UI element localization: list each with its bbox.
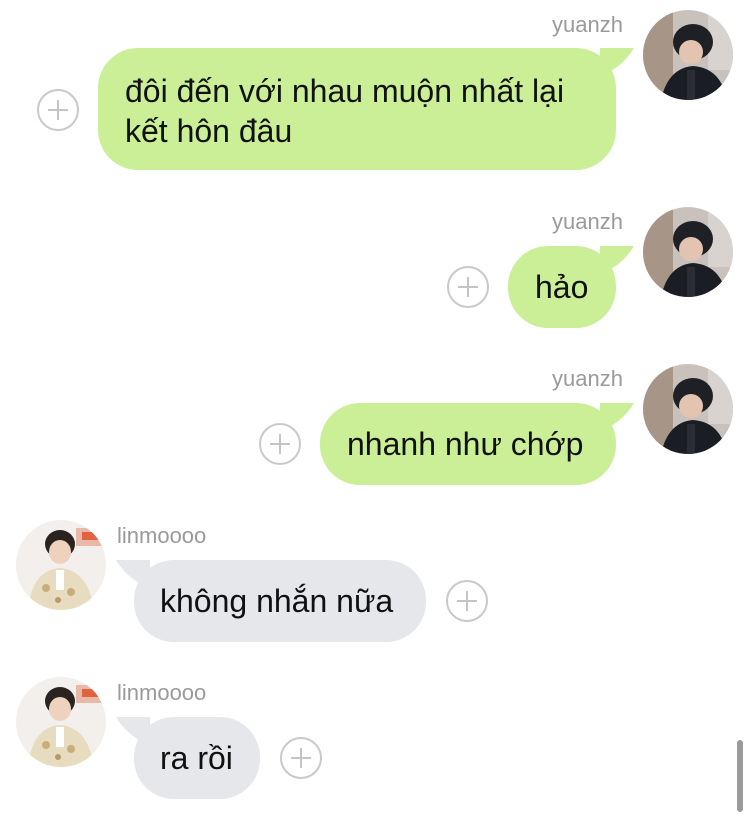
bubble-tail <box>600 246 634 274</box>
bubble-tail <box>600 48 634 76</box>
avatar-linmoooo[interactable] <box>16 520 106 610</box>
message-bubble[interactable]: ra rồi <box>134 717 260 799</box>
message-text: hảo <box>535 269 589 305</box>
sender-name: linmoooo <box>117 680 207 705</box>
plus-circle-icon[interactable] <box>259 423 301 465</box>
message-bubble[interactable]: nhanh như chớp <box>320 403 616 485</box>
bubble-tail <box>116 717 150 745</box>
bubble-tail <box>116 560 150 588</box>
message-bubble[interactable]: không nhắn nữa <box>134 560 426 642</box>
avatar-yuanzh[interactable] <box>643 10 733 100</box>
sender-name: yuanzh <box>552 209 623 234</box>
sender-name: linmoooo <box>117 523 207 548</box>
plus-circle-icon[interactable] <box>280 737 322 779</box>
message-text: đôi đến với nhau muộn nhất lại kết hôn đ… <box>125 73 565 149</box>
message-text: nhanh như chớp <box>347 426 584 462</box>
plus-circle-icon[interactable] <box>447 266 489 308</box>
sender-name: yuanzh <box>552 366 623 391</box>
plus-circle-icon[interactable] <box>37 89 79 131</box>
avatar-yuanzh[interactable] <box>643 207 733 297</box>
plus-circle-icon[interactable] <box>446 580 488 622</box>
scrollbar[interactable] <box>737 740 743 812</box>
sender-name: yuanzh <box>552 12 623 37</box>
avatar-linmoooo[interactable] <box>16 677 106 767</box>
bubble-tail <box>600 403 634 431</box>
message-text: ra rồi <box>160 740 233 776</box>
avatar-yuanzh[interactable] <box>643 364 733 454</box>
message-text: không nhắn nữa <box>160 583 394 619</box>
message-bubble[interactable]: đôi đến với nhau muộn nhất lại kết hôn đ… <box>98 48 616 170</box>
